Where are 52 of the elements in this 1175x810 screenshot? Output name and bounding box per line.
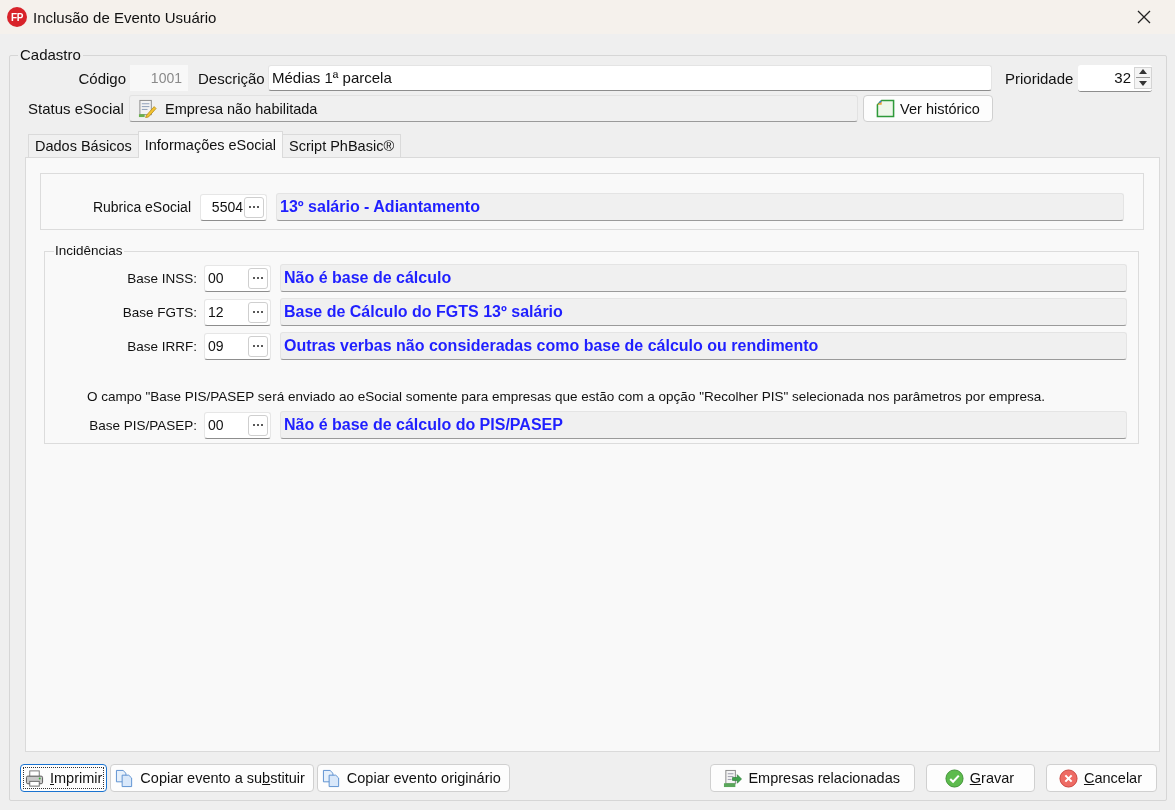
- lookup-button[interactable]: [248, 267, 268, 289]
- check-circle-icon: [944, 768, 964, 788]
- up-triangle-icon[interactable]: [1139, 69, 1147, 74]
- close-icon: [1137, 10, 1151, 24]
- page-icon: [876, 99, 896, 118]
- history-button[interactable]: Ver histórico: [863, 95, 993, 122]
- lookup-button[interactable]: [244, 196, 264, 218]
- copy-icon: [321, 768, 341, 788]
- field-label: Código: [77, 69, 126, 87]
- footer-button[interactable]: Copiar evento originário: [316, 764, 510, 792]
- lookup-button[interactable]: [248, 335, 268, 357]
- lookup-button[interactable]: [248, 301, 268, 323]
- footer-button[interactable]: Gravar: [925, 764, 1035, 792]
- document-arrow-icon: [723, 768, 743, 788]
- field-label: Base FGTS:: [121, 304, 197, 320]
- priority-spinner[interactable]: 32: [1078, 64, 1152, 92]
- tab[interactable]: Script PhBasic®: [282, 134, 402, 157]
- code-field[interactable]: 5504: [200, 193, 267, 221]
- printer-icon: [25, 768, 44, 788]
- field-label: Status eSocial: [28, 100, 125, 117]
- footer-button[interactable]: Imprimir: [20, 764, 108, 792]
- code-field[interactable]: 09: [204, 332, 271, 360]
- code-field[interactable]: 00: [204, 411, 271, 439]
- field-label: Base INSS:: [126, 270, 197, 286]
- tab[interactable]: Dados Básicos: [28, 134, 139, 157]
- app-logo: FP: [7, 7, 27, 27]
- footer-button[interactable]: Cancelar: [1045, 764, 1157, 792]
- code-field[interactable]: 00: [204, 264, 271, 292]
- info-text: O campo "Base PIS/PASEP será enviado ao eSocial somente para empresas que estão com a opção "Recolher PIS" selecionada nos parâmetros por empresa.: [87, 388, 1046, 406]
- field-label: Prioridade: [1005, 69, 1074, 87]
- description-field: Não é base de cálculo do PIS/PASEP: [280, 411, 1127, 439]
- description-field: 13º salário - Adiantamento: [276, 193, 1124, 221]
- close-button[interactable]: [1135, 8, 1153, 26]
- field-label: Descrição: [198, 69, 264, 87]
- description-input[interactable]: Médias 1ª parcela: [268, 65, 992, 91]
- lookup-button[interactable]: [248, 414, 268, 436]
- status-field: Empresa não habilitada: [129, 95, 858, 122]
- field-label: Base PIS/PASEP:: [88, 417, 197, 433]
- description-field: Outras verbas não consideradas como base de cálculo ou rendimento: [280, 332, 1127, 360]
- field-label: Base IRRF:: [126, 338, 197, 354]
- description-field: Não é base de cálculo: [280, 264, 1127, 292]
- copy-icon: [115, 768, 135, 788]
- code-field[interactable]: 12: [204, 298, 271, 326]
- tab[interactable]: Informações eSocial: [137, 131, 284, 158]
- document-pencil-icon: [138, 99, 157, 118]
- footer-button[interactable]: Empresas relacionadas: [710, 764, 915, 792]
- field-label: Rubrica eSocial: [91, 199, 191, 215]
- footer-button[interactable]: Copiar evento a substituir: [110, 764, 314, 792]
- description-field: Base de Cálculo do FGTS 13º salário: [280, 298, 1127, 326]
- window-title: Inclusão de Evento Usuário: [33, 8, 217, 26]
- down-triangle-icon[interactable]: [1139, 81, 1147, 86]
- x-circle-icon: [1058, 768, 1078, 788]
